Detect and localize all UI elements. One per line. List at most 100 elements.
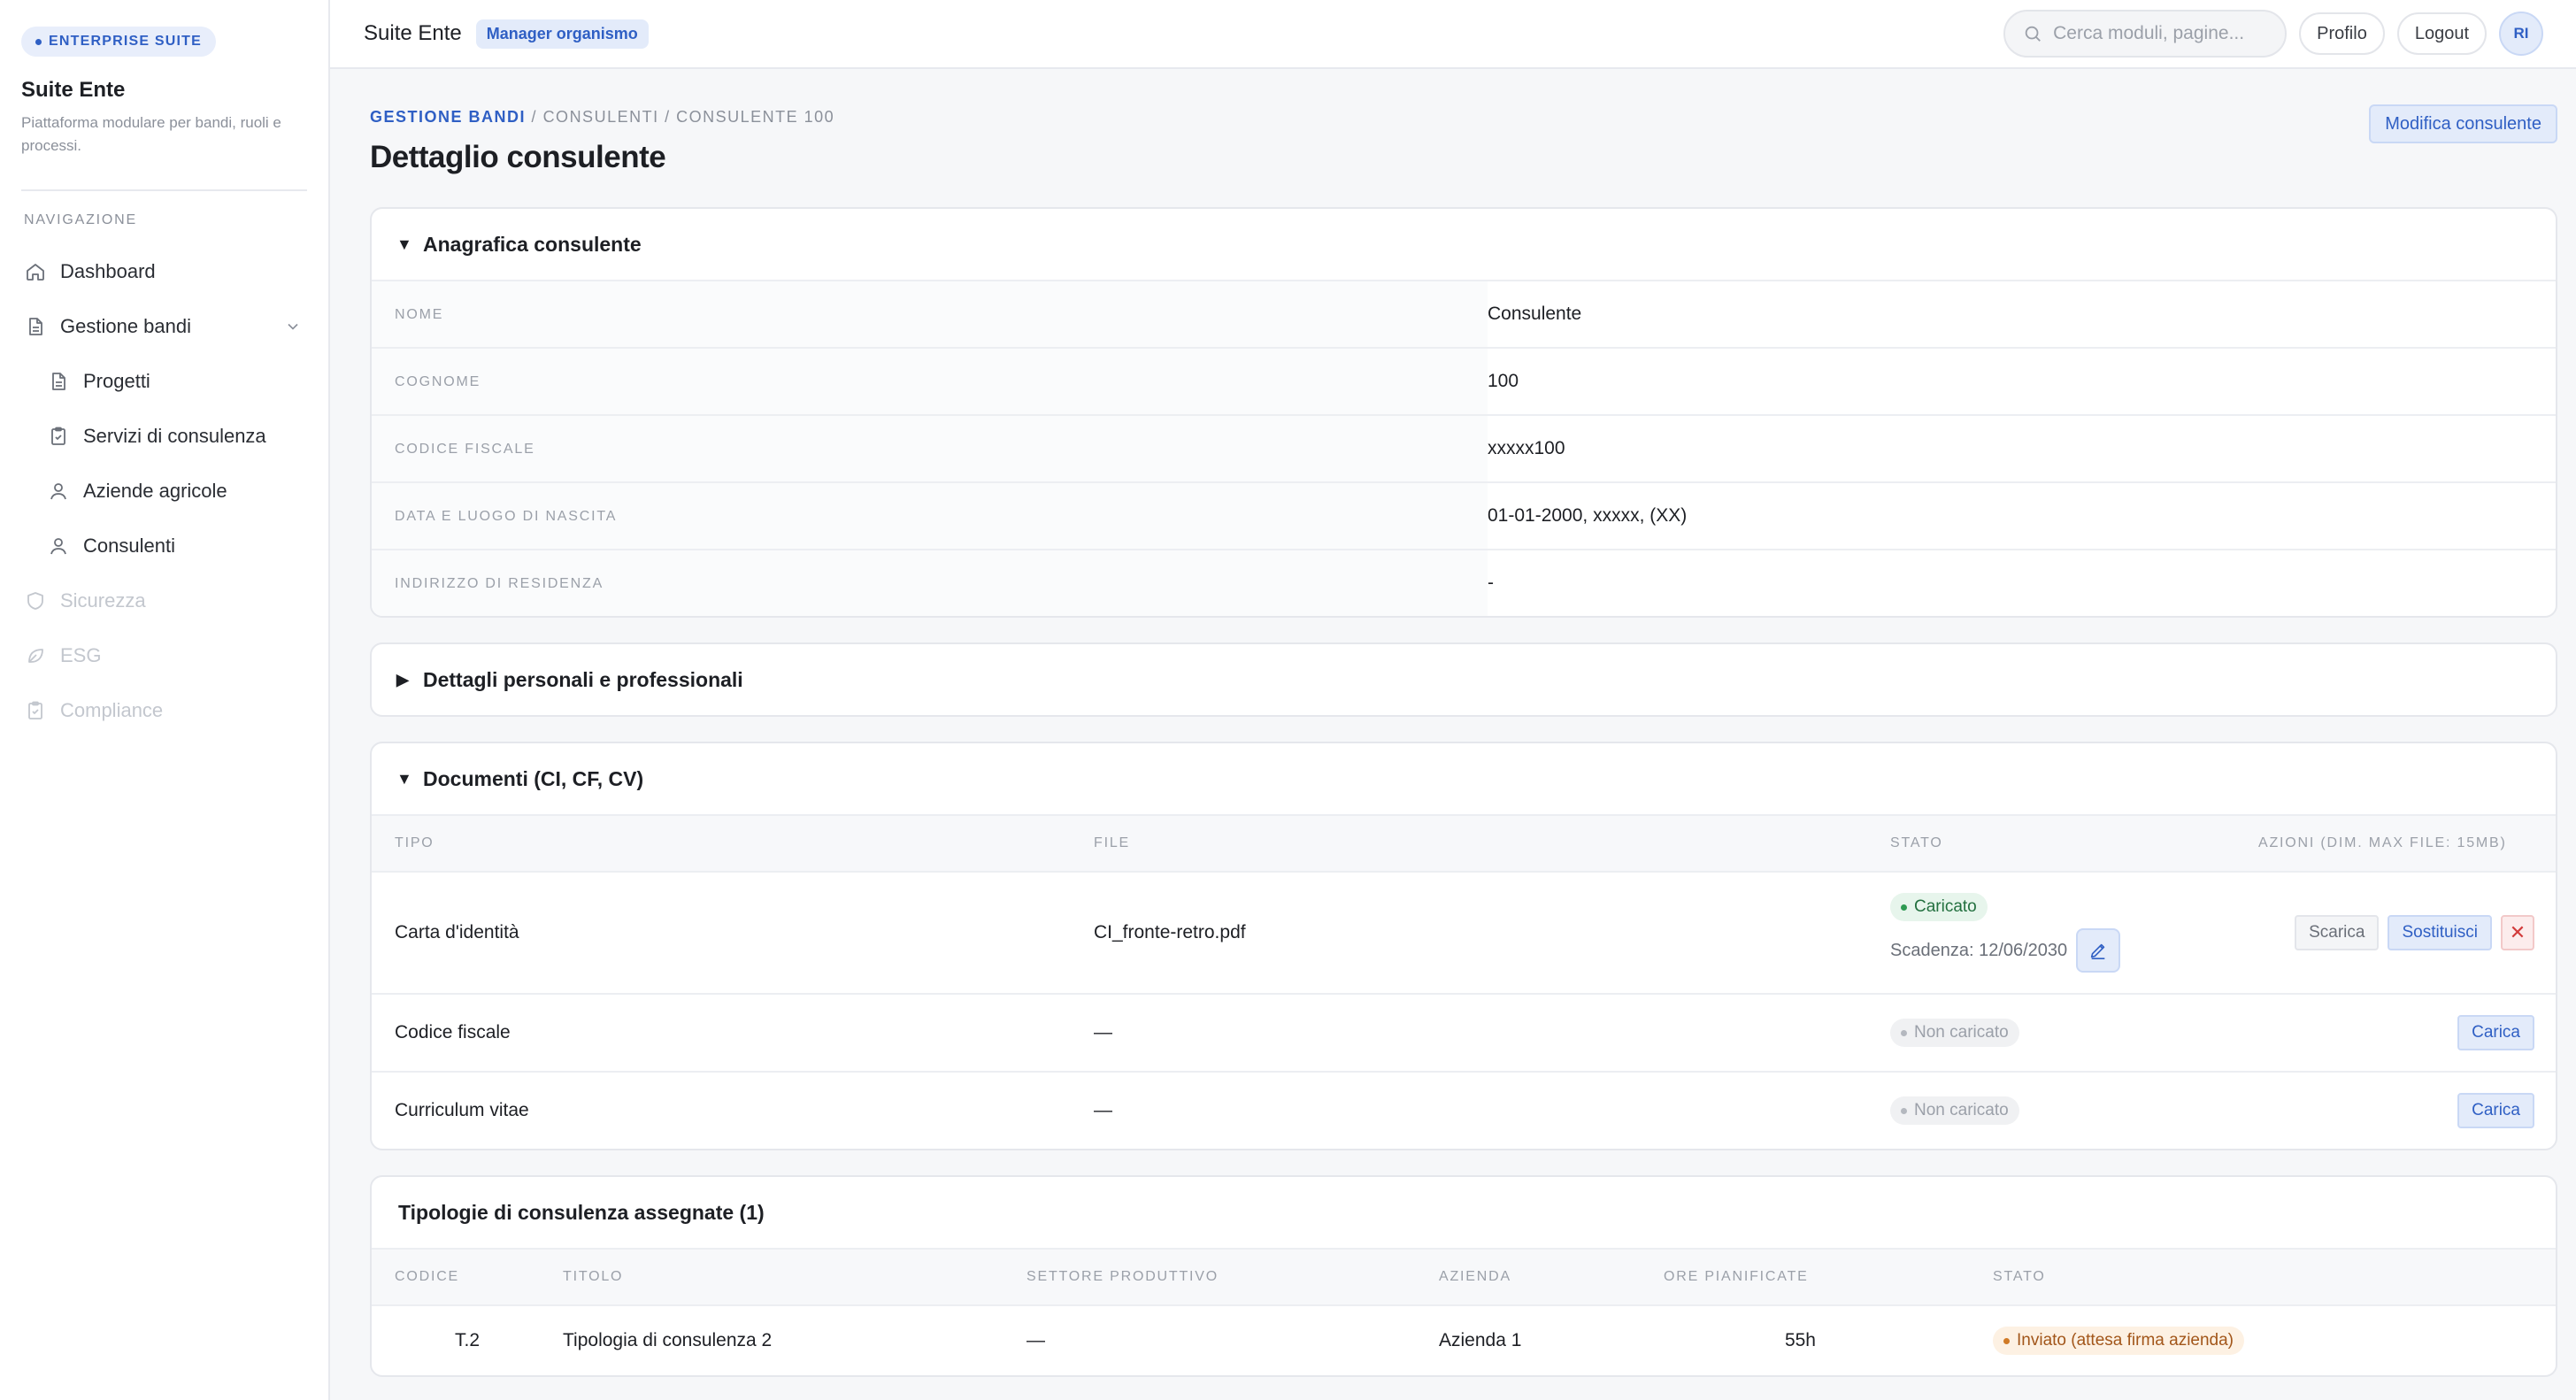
anagrafica-card: ▼ Anagrafica consulente NOME Consulente … [370,207,2557,618]
leaf-icon [28,649,43,663]
sidebar-item-label: Consulenti [83,535,175,557]
kv-row-nome: NOME Consulente [372,280,2556,347]
table-row[interactable]: T.2 Tipologia di consulenza 2 — Azienda … [372,1304,2556,1375]
doc-file[interactable]: CI_fronte-retro.pdf [1094,922,1890,943]
doc-actions: Carica [2457,1093,2556,1128]
field-value: xxxxx100 [1488,438,1565,458]
sidebar-item-servizi-consulenza[interactable]: Servizi di consulenza [21,409,307,464]
status-dot-icon [1901,904,1907,911]
expiry-date: Scadenza: 12/06/2030 [1890,940,2068,960]
nav-heading: NAVIGAZIONE [24,212,137,227]
search-placeholder: Cerca moduli, pagine... [2053,23,2245,43]
column-header: AZIENDA [1439,1269,1511,1284]
column-header: TITOLO [563,1269,624,1284]
user-icon [50,483,66,500]
documenti-card: ▼ Documenti (CI, CF, CV) TIPO FILE STATO… [370,742,2557,1150]
sidebar-item-label: Servizi di consulenza [83,425,266,447]
enterprise-suite-badge: ENTERPRISE SUITE [21,27,217,57]
download-button[interactable]: Scarica [2295,915,2380,950]
status-dot-icon [1901,1107,1907,1114]
tipologia-title: Tipologia di consulenza 2 [563,1330,773,1350]
status-label: Caricato [1914,897,1977,916]
column-header: SETTORE PRODUTTIVO [1027,1269,1219,1284]
doc-type: Codice fiscale [395,1022,511,1042]
tipologie-header: Tipologie di consulenza assegnate (1) [372,1177,2556,1248]
field-value: 100 [1488,371,1519,391]
delete-icon[interactable]: ✕ [2501,915,2534,950]
breadcrumb-consulenti[interactable]: CONSULENTI [543,108,659,126]
sidebar-nav: Dashboard Gestione bandi Progetti Serviz… [21,244,307,738]
sidebar-item-label: Sicurezza [60,589,146,612]
status-badge: Non caricato [1890,1019,2019,1047]
doc-status-cell: Non caricato [1890,1019,2258,1047]
clipboard-check-icon [28,701,42,719]
sidebar-item-progetti[interactable]: Progetti [21,354,307,409]
enterprise-suite-label: ENTERPRISE SUITE [49,34,203,49]
main-content: GESTIONE BANDI / CONSULENTI / CONSULENTE… [370,69,2557,1400]
search-input[interactable]: Cerca moduli, pagine... [2003,10,2288,58]
document-icon [29,318,42,335]
doc-type: Carta d'identità [395,922,519,942]
anagrafica-toggle[interactable]: ▼ Anagrafica consulente [372,209,2556,280]
upload-button[interactable]: Carica [2457,1015,2534,1050]
dettagli-card: ▶ Dettagli personali e professionali [370,642,2557,717]
breadcrumb-separator: / [531,108,538,126]
kv-row-residenza: INDIRIZZO DI RESIDENZA - [372,549,2556,616]
sidebar-item-label: Gestione bandi [60,315,191,337]
status-dot-icon [2003,1337,2010,1344]
avatar[interactable]: RI [2499,12,2543,56]
doc-actions: Carica [2457,1015,2556,1050]
status-badge: Non caricato [1890,1096,2019,1125]
column-header: ORE PIANIFICATE [1664,1269,1809,1284]
table-row: Carta d'identità CI_fronte-retro.pdf Car… [372,871,2556,993]
status-label: Inviato (attesa firma azienda) [2017,1331,2234,1350]
field-label: CODICE FISCALE [372,416,1488,481]
home-icon [27,264,44,281]
sidebar: ENTERPRISE SUITE Suite Ente Piattaforma … [0,0,330,1400]
tipologia-code: T.2 [455,1330,481,1350]
profile-button[interactable]: Profilo [2299,12,2385,55]
field-value: - [1488,573,1494,593]
sidebar-item-consulenti[interactable]: Consulenti [21,519,307,573]
breadcrumb-gestione-bandi[interactable]: GESTIONE BANDI [370,108,526,126]
edit-expiry-button[interactable] [2076,928,2121,973]
topbar: Suite Ente Manager organismo Cerca modul… [330,0,2576,69]
sidebar-item-gestione-bandi[interactable]: Gestione bandi [21,299,307,354]
column-header: STATO [1890,835,1943,850]
edit-consultant-button[interactable]: Modifica consulente [2369,104,2557,143]
field-label: COGNOME [372,349,1488,414]
dettagli-toggle[interactable]: ▶ Dettagli personali e professionali [372,644,2556,715]
table-row: Codice fiscale — Non caricato Carica [372,993,2556,1071]
caret-down-icon: ▼ [396,235,412,253]
chevron-down-icon[interactable] [284,318,302,335]
upload-button[interactable]: Carica [2457,1093,2534,1128]
tipologia-company: Azienda 1 [1439,1330,1522,1350]
sidebar-divider [21,189,307,191]
dettagli-title: Dettagli personali e professionali [423,667,743,691]
doc-file: — [1094,1100,1112,1120]
tipologia-sector: — [1027,1330,1045,1350]
tipologie-table-header: CODICE TITOLO SETTORE PRODUTTIVO AZIENDA… [372,1248,2556,1304]
table-row: Curriculum vitae — Non caricato Carica [372,1071,2556,1149]
caret-down-icon: ▼ [396,769,412,788]
status-dot-icon [1901,1029,1907,1036]
sidebar-title: Suite Ente [21,78,126,102]
topbar-actions: Cerca moduli, pagine... Profilo Logout R… [2003,10,2543,58]
pencil-icon [2091,943,2105,959]
tipologia-status-cell: Inviato (attesa firma azienda) [1993,1327,2245,1355]
column-header: FILE [1094,835,1130,850]
sidebar-item-dashboard[interactable]: Dashboard [21,244,307,299]
badge-dot-icon [35,38,42,45]
logout-button[interactable]: Logout [2396,12,2487,55]
replace-button[interactable]: Sostituisci [2388,915,2492,950]
breadcrumb: GESTIONE BANDI / CONSULENTI / CONSULENTE… [370,108,834,127]
app-title: Suite Ente [364,21,462,45]
field-label: INDIRIZZO DI RESIDENZA [372,550,1488,616]
documenti-toggle[interactable]: ▼ Documenti (CI, CF, CV) [372,743,2556,814]
documenti-title: Documenti (CI, CF, CV) [423,766,644,790]
page-header: GESTIONE BANDI / CONSULENTI / CONSULENTE… [370,69,2557,207]
sidebar-item-aziende-agricole[interactable]: Aziende agricole [21,464,307,519]
document-icon [52,373,65,390]
tipologie-card: Tipologie di consulenza assegnate (1) CO… [370,1175,2557,1377]
sidebar-item-label: ESG [60,644,102,666]
